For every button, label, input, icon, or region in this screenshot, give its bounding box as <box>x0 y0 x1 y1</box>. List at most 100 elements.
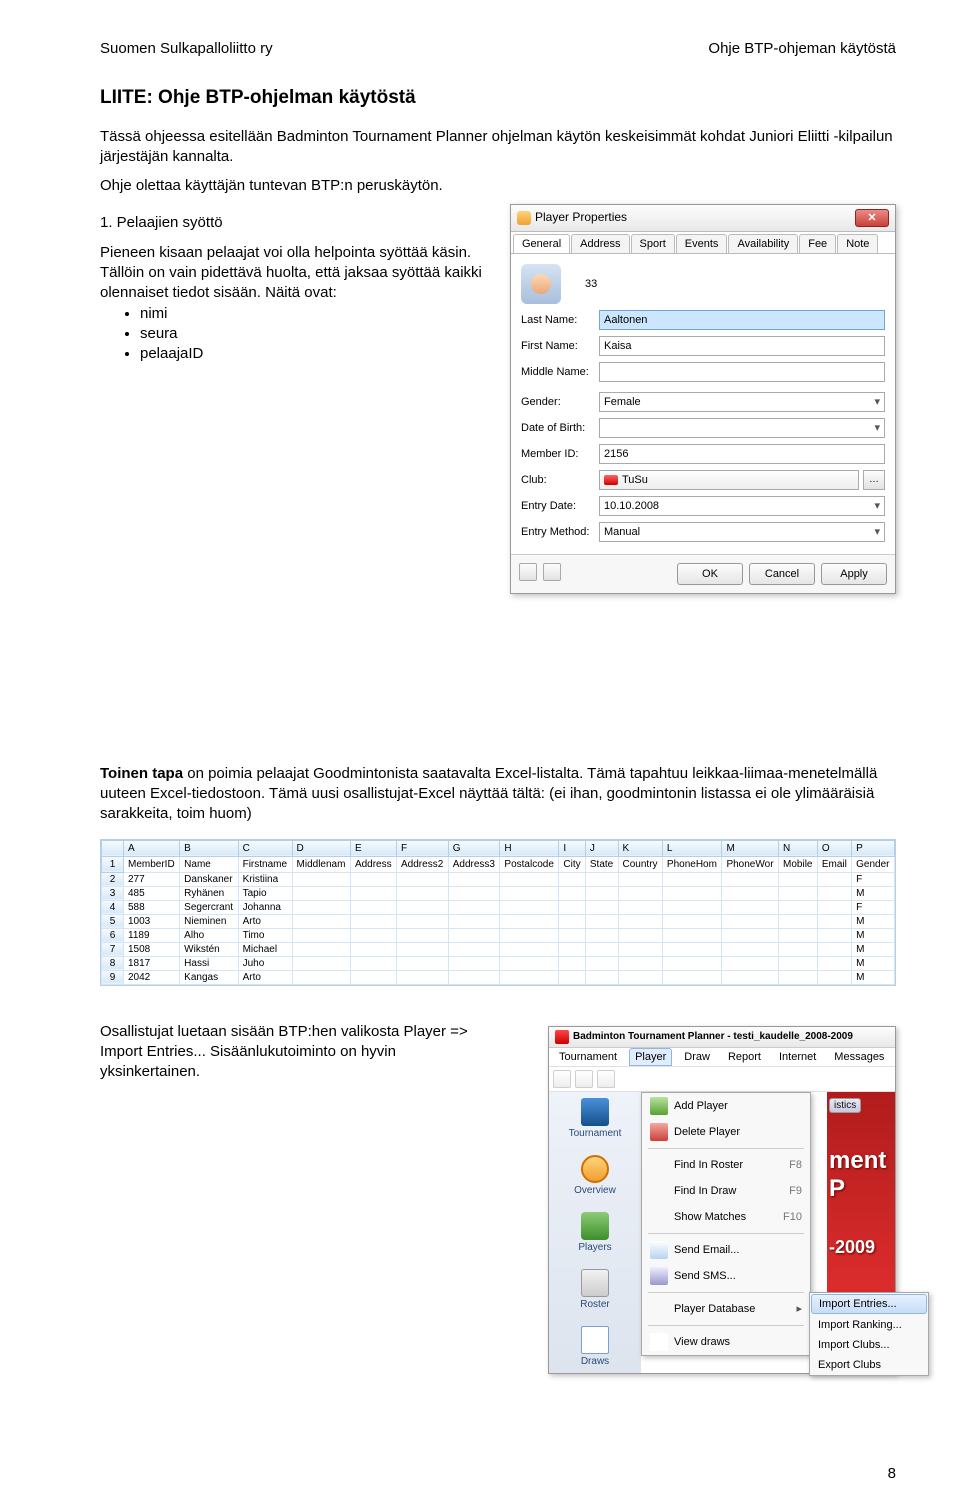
excel-cell <box>397 970 449 984</box>
player-properties-dialog: Player Properties ✕ General Address Spor… <box>510 204 896 594</box>
excel-cell <box>722 914 779 928</box>
side-draws-label: Draws <box>581 1356 609 1367</box>
excel-cell: Segercrant <box>180 900 238 914</box>
excel-col: C <box>238 840 292 856</box>
excel-cell <box>397 928 449 942</box>
close-button[interactable]: ✕ <box>855 209 889 227</box>
gender-select[interactable]: Female <box>599 392 885 412</box>
tab-availability[interactable]: Availability <box>728 234 798 253</box>
menu-item-player-database[interactable]: Player Database <box>642 1296 810 1322</box>
excel-cell <box>448 872 500 886</box>
tab-general[interactable]: General <box>513 234 570 253</box>
excel-cell <box>779 900 818 914</box>
side-draws[interactable]: Draws <box>581 1326 609 1367</box>
btp-window-title: Badminton Tournament Planner - testi_kau… <box>573 1031 853 1042</box>
excel-cell <box>559 928 585 942</box>
excel-header: Country <box>618 856 662 872</box>
tab-address[interactable]: Address <box>571 234 629 253</box>
gender-label: Gender: <box>521 396 599 408</box>
menu-tournament[interactable]: Tournament <box>553 1048 623 1066</box>
right-istics: istics <box>829 1098 861 1113</box>
excel-cell <box>618 872 662 886</box>
excel-table: ABCDEFGHIJKLMNOP 1MemberIDNameFirstnameM… <box>100 839 896 986</box>
cancel-button[interactable]: Cancel <box>749 563 815 585</box>
blank-icon <box>650 1156 668 1174</box>
menu-messages[interactable]: Messages <box>828 1048 890 1066</box>
excel-cell: 277 <box>124 872 180 886</box>
menu-item-add-player[interactable]: Add Player <box>642 1093 810 1119</box>
menu-separator <box>648 1325 804 1326</box>
dob-select[interactable] <box>599 418 885 438</box>
btp-screenshot: Badminton Tournament Planner - testi_kau… <box>548 1026 896 1374</box>
menu-item-find-in-draw[interactable]: Find In DrawF9 <box>642 1178 810 1204</box>
menu-report[interactable]: Report <box>722 1048 767 1066</box>
menu-item-send-email-[interactable]: Send Email... <box>642 1237 810 1263</box>
menu-draw[interactable]: Draw <box>678 1048 716 1066</box>
excel-header: State <box>585 856 618 872</box>
toolbar-open-icon[interactable] <box>575 1070 593 1088</box>
excel-cell: Wikstén <box>180 942 238 956</box>
side-tournament[interactable]: Tournament <box>569 1098 622 1139</box>
excel-cell: Michael <box>238 942 292 956</box>
menu-item-send-sms-[interactable]: Send SMS... <box>642 1263 810 1289</box>
submenu-item-import-ranking-[interactable]: Import Ranking... <box>810 1315 928 1335</box>
add-icon <box>650 1097 668 1115</box>
middle-name-input[interactable] <box>599 362 885 382</box>
next-record-icon[interactable] <box>543 563 561 581</box>
submenu-item-export-clubs[interactable]: Export Clubs <box>810 1355 928 1375</box>
toolbar-save-icon[interactable] <box>597 1070 615 1088</box>
club-flag-icon <box>604 475 618 485</box>
club-field[interactable]: TuSu <box>599 470 859 490</box>
excel-cell <box>397 914 449 928</box>
entrymethod-select[interactable]: Manual <box>599 522 885 542</box>
menu-separator <box>648 1292 804 1293</box>
excel-cell <box>618 914 662 928</box>
toolbar-new-icon[interactable] <box>553 1070 571 1088</box>
side-players[interactable]: Players <box>578 1212 611 1253</box>
menu-item-label: Send SMS... <box>674 1270 736 1282</box>
excel-cell <box>500 928 559 942</box>
excel-cell: F <box>852 872 895 886</box>
menu-separator <box>648 1148 804 1149</box>
excel-cell <box>779 872 818 886</box>
excel-cell <box>448 914 500 928</box>
excel-cell <box>585 914 618 928</box>
excel-cell <box>559 942 585 956</box>
excel-cell <box>585 928 618 942</box>
entrydate-select[interactable]: 10.10.2008 <box>599 496 885 516</box>
menu-item-label: Show Matches <box>674 1211 746 1223</box>
para-after-dialog-lead: Toinen tapa <box>100 765 183 782</box>
excel-header: MemberID <box>124 856 180 872</box>
memberid-input[interactable] <box>599 444 885 464</box>
excel-rownum: 8 <box>102 956 124 970</box>
excel-cell <box>618 970 662 984</box>
first-name-input[interactable] <box>599 336 885 356</box>
tab-events[interactable]: Events <box>676 234 728 253</box>
side-overview[interactable]: Overview <box>574 1155 616 1196</box>
last-name-input[interactable] <box>599 310 885 330</box>
menu-item-label: Send Email... <box>674 1244 739 1256</box>
ok-button[interactable]: OK <box>677 563 743 585</box>
submenu-item-import-clubs-[interactable]: Import Clubs... <box>810 1335 928 1355</box>
tab-sport[interactable]: Sport <box>631 234 675 253</box>
para-after-dialog: Toinen tapa on poimia pelaajat Goodminto… <box>100 764 896 825</box>
menu-item-delete-player[interactable]: Delete Player <box>642 1119 810 1145</box>
club-browse-button[interactable]: … <box>863 470 885 490</box>
excel-cell <box>722 942 779 956</box>
excel-col: H <box>500 840 559 856</box>
menu-internet[interactable]: Internet <box>773 1048 822 1066</box>
menu-item-find-in-roster[interactable]: Find In RosterF8 <box>642 1152 810 1178</box>
prev-record-icon[interactable] <box>519 563 537 581</box>
excel-cell: M <box>852 942 895 956</box>
table-row: 81817HassiJuhoM <box>102 956 895 970</box>
submenu-item-import-entries-[interactable]: Import Entries... <box>811 1294 927 1314</box>
menu-item-view-draws[interactable]: View draws <box>642 1329 810 1355</box>
menu-item-show-matches[interactable]: Show MatchesF10 <box>642 1204 810 1230</box>
side-roster[interactable]: Roster <box>580 1269 609 1310</box>
menu-player[interactable]: Player <box>629 1048 672 1066</box>
tab-note[interactable]: Note <box>837 234 878 253</box>
tab-fee[interactable]: Fee <box>799 234 836 253</box>
excel-cell: 2042 <box>124 970 180 984</box>
excel-cell <box>722 886 779 900</box>
apply-button[interactable]: Apply <box>821 563 887 585</box>
